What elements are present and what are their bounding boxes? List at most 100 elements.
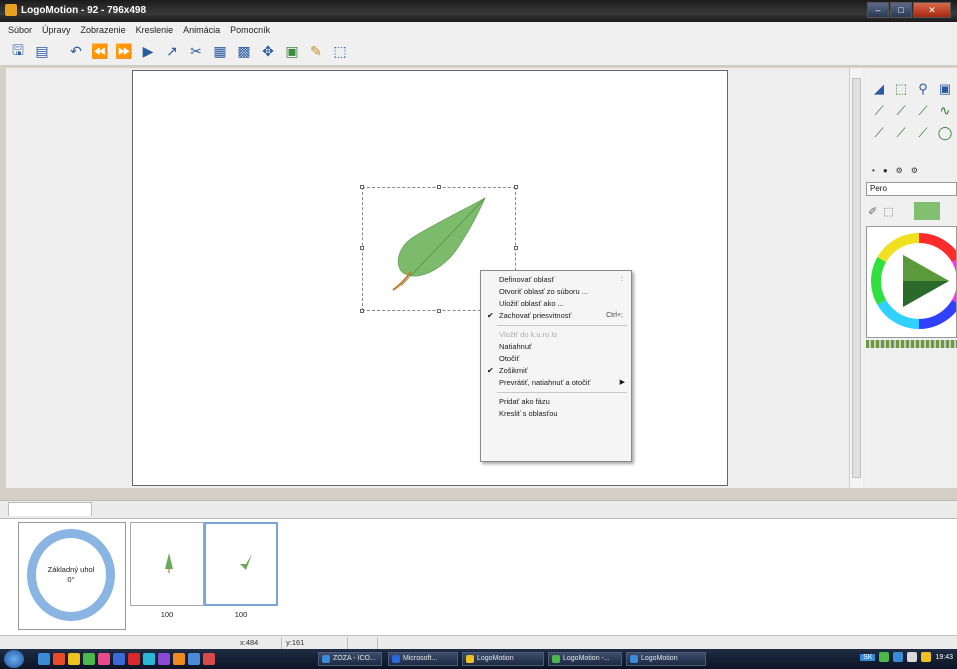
taskbar-button-active[interactable]: LogoMotion [462, 652, 544, 666]
menu-animation[interactable]: Animácia [183, 25, 220, 35]
base-angle-frame[interactable]: Základný uhol 0° [18, 522, 126, 630]
frame-label: 100 [234, 610, 248, 619]
gear-icon[interactable]: ⚙ [896, 166, 903, 175]
menu-item-save-area[interactable]: Uložiť oblasť ako ... [481, 298, 631, 310]
close-button[interactable]: ✕ [913, 2, 951, 18]
base-angle-label: Základný uhol [47, 565, 95, 574]
scrollbar-thumb[interactable] [852, 78, 861, 478]
app-icon[interactable] [53, 653, 65, 665]
select-rect-icon[interactable]: ⬚ [890, 80, 912, 98]
app-icon[interactable] [143, 653, 155, 665]
pen-select[interactable]: Pero [866, 182, 957, 196]
rewind-icon[interactable]: ⏪ [90, 42, 110, 62]
menu-item-keep-transparency[interactable]: ✔ Zachovať priesvitnosť Ctrl+; [481, 310, 631, 322]
fill-icon[interactable]: ◢ [868, 80, 890, 98]
brush-icon[interactable]: ⟋ [890, 102, 912, 120]
app-icon[interactable] [83, 653, 95, 665]
check-icon: ✔ [487, 366, 494, 375]
move-icon[interactable]: ✥ [258, 42, 278, 62]
pen-options: ✐ ⬚ [868, 200, 957, 222]
start-button[interactable] [4, 650, 24, 668]
pencil-icon[interactable]: ✎ [306, 42, 326, 62]
curve-icon[interactable]: ∿ [934, 102, 956, 120]
menu-edit[interactable]: Úpravy [42, 25, 71, 35]
menu-file[interactable]: Súbor [8, 25, 32, 35]
menu-item-skew[interactable]: ✔ Zošikmiť [481, 365, 631, 377]
tray-icon[interactable] [921, 652, 932, 662]
language-indicator[interactable]: SK [860, 653, 876, 661]
base-angle-ring[interactable]: Základný uhol 0° [27, 529, 115, 621]
fast-forward-icon[interactable]: ⏩ [114, 42, 134, 62]
menu-item-flip-stretch-rotate[interactable]: Prevrátiť, natiahnuť a otočiť ▶ [481, 377, 631, 389]
small-dot-icon[interactable]: • [872, 166, 875, 175]
app-icon[interactable] [68, 653, 80, 665]
undo-icon[interactable]: ↶ [66, 42, 86, 62]
open-icon[interactable]: 🖫 [8, 42, 28, 62]
menu-help[interactable]: Pomocník [230, 25, 270, 35]
path-icon[interactable]: ↗ [162, 42, 182, 62]
quick-launch [38, 653, 215, 665]
minimize-button[interactable]: – [867, 2, 889, 18]
toolbar: 🖫 ▤ ↶ ⏪ ⏩ ▶ ↗ ✂ ▦ ▩ ✥ ▣ ✎ ⬚ [0, 38, 957, 66]
menu-draw[interactable]: Kreslenie [136, 25, 174, 35]
color-wheel[interactable] [866, 226, 957, 338]
image-icon[interactable]: ▣ [282, 42, 302, 62]
clock[interactable]: 19:43 [935, 654, 953, 661]
picker-icon[interactable]: ⬚ [883, 205, 893, 218]
menu-item-rotate[interactable]: Otočiť [481, 353, 631, 365]
copy-frame-icon[interactable]: ▦ [210, 42, 230, 62]
menu-separator [497, 392, 627, 393]
tray-icon[interactable] [893, 652, 904, 662]
taskbar-button[interactable]: Microsoft... [388, 652, 458, 666]
app-icon[interactable] [38, 653, 50, 665]
app-icon[interactable] [158, 653, 170, 665]
app-icon[interactable] [188, 653, 200, 665]
timeline-frame[interactable] [130, 522, 204, 606]
taskbar-button[interactable]: ZOZA - ICO... [318, 652, 382, 666]
app-icon[interactable] [128, 653, 140, 665]
copy-icon[interactable]: ▣ [934, 80, 956, 98]
window-controls: – □ ✕ [867, 2, 951, 18]
color-wheel-graphic[interactable] [867, 227, 957, 338]
tool-grid: ◢ ⬚ ⚲ ▣ ⟋ ⟋ ⟋ ∿ ⟋ ⟋ ⟋ ◯ [866, 80, 957, 142]
brush-icon[interactable]: ⟋ [912, 102, 934, 120]
app-icon[interactable] [113, 653, 125, 665]
timeline-tab[interactable] [8, 502, 92, 516]
app-icon[interactable] [203, 653, 215, 665]
settings-icon[interactable]: ⚙ [911, 166, 918, 175]
brush-icon[interactable]: ⟋ [890, 124, 912, 142]
tray-icon[interactable] [907, 652, 918, 662]
status-bar: x:484 y:161 [0, 635, 957, 649]
vertical-scrollbar[interactable] [849, 68, 863, 488]
menu-item-open-area[interactable]: Otvoriť oblasť zo súboru ... [481, 286, 631, 298]
eyedropper-icon[interactable]: ✐ [868, 205, 877, 218]
menu-view[interactable]: Zobrazenie [81, 25, 126, 35]
taskbar-button[interactable]: LogoMotion [626, 652, 706, 666]
brush-icon[interactable]: ⟋ [868, 124, 890, 142]
palette-strip[interactable] [866, 340, 957, 348]
menu-item-add-as-phase[interactable]: Pridať ako fázu [481, 396, 631, 408]
brush-icon[interactable]: ⟋ [868, 102, 890, 120]
app-icon[interactable] [173, 653, 185, 665]
taskbar-button[interactable]: LogoMotion -... [548, 652, 622, 666]
save-icon[interactable]: ▤ [32, 42, 52, 62]
app-icon[interactable] [98, 653, 110, 665]
cut-icon[interactable]: ✂ [186, 42, 206, 62]
ellipse-icon[interactable]: ◯ [934, 124, 956, 142]
zoom-icon[interactable]: ⚲ [912, 80, 934, 98]
current-color-swatch[interactable] [913, 202, 940, 220]
brush-icon[interactable]: ⟋ [912, 124, 934, 142]
menu-item-stretch[interactable]: Natiahnuť [481, 341, 631, 353]
menu-item-define-area[interactable]: Definovať oblasť: [481, 274, 631, 286]
timeline-frame-selected[interactable] [204, 522, 278, 606]
menu-item-draw-with-area[interactable]: Kresliť s oblasťou [481, 408, 631, 420]
maximize-button[interactable]: □ [890, 2, 912, 18]
paste-frame-icon[interactable]: ▩ [234, 42, 254, 62]
status-empty [348, 637, 378, 649]
frame-label: 100 [160, 610, 174, 619]
select-icon[interactable]: ⬚ [330, 42, 350, 62]
tray-icon[interactable] [879, 652, 890, 662]
context-menu: Definovať oblasť: Otvoriť oblasť zo súbo… [480, 270, 632, 462]
large-dot-icon[interactable]: ● [883, 166, 888, 175]
play-icon[interactable]: ▶ [138, 42, 158, 62]
